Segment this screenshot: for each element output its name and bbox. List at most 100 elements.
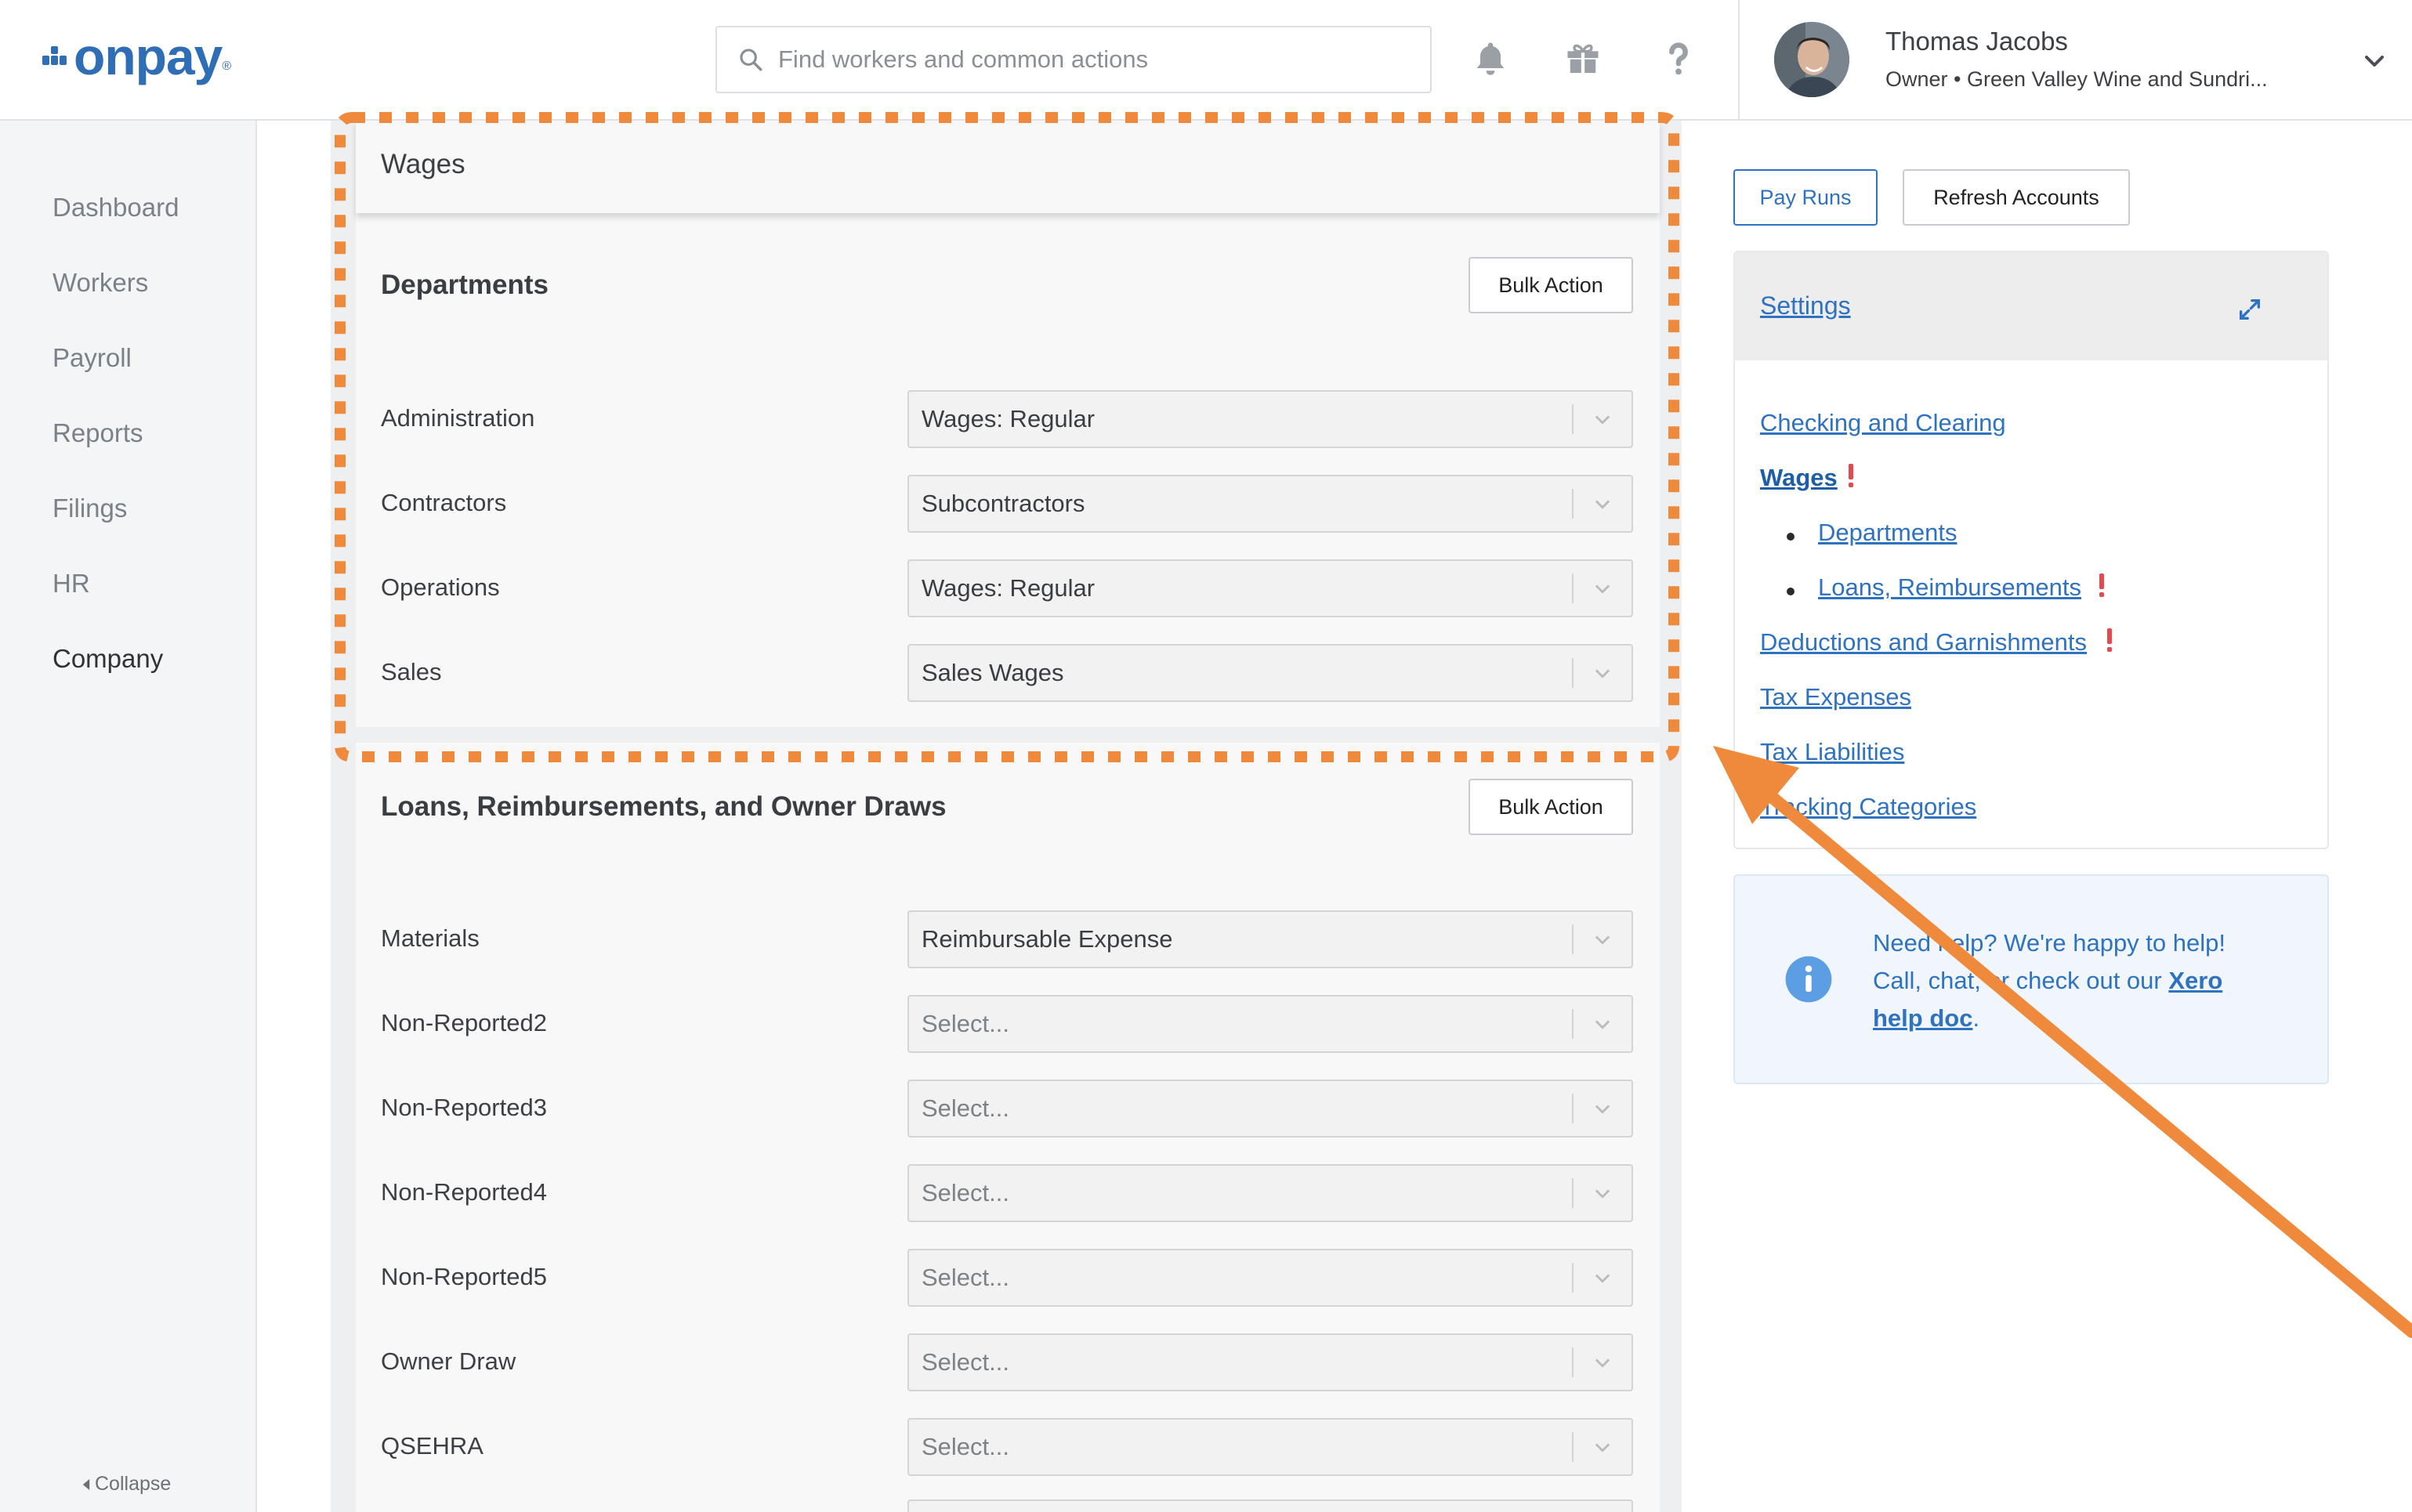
page-title: Wages [381,149,465,179]
loans-bulk-action-button[interactable]: Bulk Action [1469,779,1633,835]
collapse-label: Collapse [95,1473,172,1495]
refresh-accounts-button[interactable]: Refresh Accounts [1903,169,2130,226]
settings-link-tax-liabilities[interactable]: Tax Liabilities [1760,738,1904,766]
loan-row-label: Non-Reported2 [381,1009,547,1036]
logo-text: onpay [74,27,223,85]
sidebar: Dashboard Workers Payroll Reports Filing… [0,121,257,1512]
select-value: Wages: Regular [922,574,1096,602]
avatar[interactable] [1774,22,1849,97]
sidebar-item-workers[interactable]: Workers [53,268,148,298]
select-placeholder: Select... [922,1094,1009,1122]
pay-runs-button[interactable]: Pay Runs [1733,169,1878,226]
caret-left-icon [82,1478,90,1490]
search-input[interactable] [778,45,1389,74]
sidebar-item-hr[interactable]: HR [53,569,90,599]
settings-link-tracking-categories[interactable]: Tracking Categories [1760,793,1976,821]
bell-icon [1476,42,1505,75]
loans-reimbursements-section: Loans, Reimbursements, and Owner Draws 2… [356,743,1660,1512]
rewards-button[interactable] [1559,34,1606,81]
settings-panel-header: Settings [1735,252,2327,360]
settings-link-tax-expenses[interactable]: Tax Expenses [1760,683,1911,711]
chevron-down-icon [1595,584,1610,594]
department-row-label: Sales [381,658,442,685]
departments-section: Departments 4 / 4 Bulk Action Administra… [356,213,1660,727]
loan-row-label: Owner Draw [381,1347,516,1375]
help-text-prefix: Call, chat, or check out our [1873,967,2169,994]
list-bullet [1787,588,1795,595]
department-account-select[interactable]: Wages: Regular [907,390,1633,448]
chevron-down-icon[interactable] [2359,45,2390,77]
department-row-label: Contractors [381,489,507,516]
search-icon [740,49,762,71]
user-photo-icon [1774,22,1849,97]
loan-account-select[interactable]: Select... [907,1333,1633,1391]
settings-link-checking-clearing[interactable]: Checking and Clearing [1760,409,2006,437]
settings-link-departments[interactable]: Departments [1818,519,1957,547]
search-box[interactable] [715,26,1432,93]
chevron-down-icon [1595,500,1610,509]
departments-bulk-action-button[interactable]: Bulk Action [1469,257,1633,313]
help-text-line2: Call, chat, or check out our Xero [1873,967,2222,995]
settings-link-deductions-garnishments[interactable]: Deductions and Garnishments [1760,628,2087,657]
sidebar-item-company[interactable]: Company [53,644,163,674]
select-placeholder: Select... [922,1010,1009,1037]
loans-section-title: Loans, Reimbursements, and Owner Draws [381,791,947,822]
expand-icon[interactable] [2236,296,2263,323]
select-placeholder: Select... [922,1179,1009,1206]
sidebar-item-reports[interactable]: Reports [53,418,143,448]
settings-link-wages[interactable]: Wages [1760,464,1838,492]
chevron-down-icon [1595,669,1610,678]
loan-account-select-partial[interactable] [907,1499,1633,1512]
chevron-down-icon [1595,935,1610,945]
loan-row-label: Non-Reported3 [381,1094,547,1121]
department-account-select[interactable]: Sales Wages [907,644,1633,702]
settings-panel: Settings Checking and Clearing Wages Dep… [1733,251,2329,849]
select-placeholder: Select... [922,1433,1009,1460]
chevron-down-icon [1595,1358,1610,1368]
chevron-down-icon [1595,1189,1610,1199]
department-row-label: Operations [381,573,500,601]
user-role-company: Owner • Green Valley Wine and Sundri... [1885,67,2268,91]
loan-account-select[interactable]: Select... [907,1164,1633,1222]
gift-icon [1567,44,1599,74]
chevron-down-icon [1595,1105,1610,1114]
logo-mark-icon [42,45,69,68]
help-text-suffix: . [1972,1004,1980,1032]
user-menu[interactable]: Thomas Jacobs Owner • Green Valley Wine … [1738,0,2412,119]
loan-account-select[interactable]: Select... [907,1249,1633,1307]
department-account-select[interactable]: Wages: Regular [907,559,1633,617]
list-bullet [1787,533,1795,541]
notifications-button[interactable] [1467,34,1514,81]
help-doc-link[interactable]: help doc [1873,1004,1972,1032]
help-button[interactable] [1655,34,1702,81]
warning-icon [2107,628,2112,652]
help-text-line1: Need help? We're happy to help! [1873,929,2225,957]
loan-row-label: Non-Reported5 [381,1263,547,1290]
sidebar-item-payroll[interactable]: Payroll [53,343,132,373]
logo-registered-mark: ® [222,60,232,73]
question-mark-icon [1669,42,1688,75]
chevron-down-icon [1595,1443,1610,1452]
select-value: Reimbursable Expense [922,925,1173,953]
settings-link[interactable]: Settings [1760,291,1851,320]
settings-link-loans-reimbursements[interactable]: Loans, Reimbursements [1818,573,2081,602]
help-panel: Need help? We're happy to help! Call, ch… [1733,874,2329,1084]
department-account-select[interactable]: Subcontractors [907,475,1633,533]
warning-icon [1849,464,1853,487]
onpay-logo[interactable]: onpay ® [42,27,232,85]
info-icon [1785,956,1832,1003]
loan-account-select[interactable]: Reimbursable Expense [907,910,1633,968]
select-value: Sales Wages [922,659,1064,686]
sidebar-item-filings[interactable]: Filings [53,494,127,523]
collapse-sidebar-button[interactable]: Collapse [81,1473,171,1496]
xero-help-link[interactable]: Xero [2168,967,2222,994]
loan-account-select[interactable]: Select... [907,1418,1633,1476]
select-value: Subcontractors [922,490,1085,517]
chevron-down-icon [1595,1020,1610,1029]
loan-account-select[interactable]: Select... [907,1080,1633,1138]
sidebar-item-dashboard[interactable]: Dashboard [53,193,179,222]
top-bar: onpay ® Thomas Jacobs Owner • Green Vall… [0,0,2412,121]
user-name: Thomas Jacobs [1885,27,2068,56]
wages-header: Wages [356,121,1660,213]
loan-account-select[interactable]: Select... [907,995,1633,1053]
